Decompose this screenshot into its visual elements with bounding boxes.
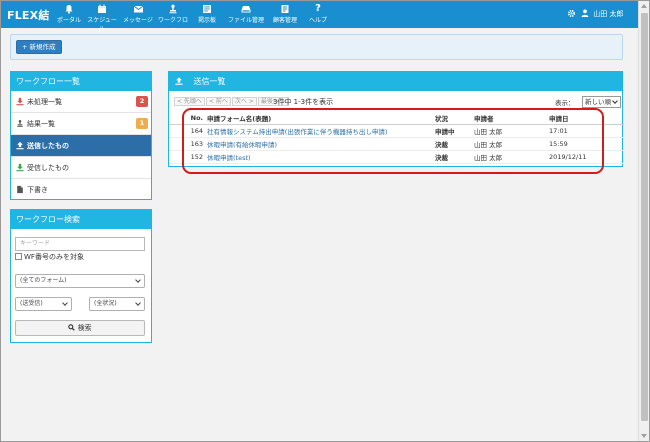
sidebar-item-label: 結果一覧 — [27, 120, 55, 128]
first-page-button[interactable]: < 先頭へ — [174, 97, 205, 106]
nav-label: ポータル — [57, 17, 82, 24]
scroll-thumb[interactable] — [641, 13, 648, 421]
search-icon — [68, 324, 76, 331]
search-button-label: 検索 — [77, 324, 92, 332]
search-button[interactable]: 検索 — [15, 320, 145, 336]
wf-number-only-checkbox[interactable] — [15, 253, 22, 260]
nav-label: ヘルプ — [308, 17, 327, 24]
top-nav: FLEX結 ポータル スケジュール メッセージ ワークフロー 掲示板 ファイル管… — [1, 1, 638, 33]
status-select[interactable]: (全状況) — [89, 297, 145, 311]
app-window: FLEX結 ポータル スケジュール メッセージ ワークフロー 掲示板 ファイル管… — [0, 0, 650, 442]
result-count: 3件中 1-3件を表示 — [273, 98, 334, 106]
nav-label: スケジュール — [87, 17, 117, 33]
toolbar: + 新規作成 — [10, 34, 623, 60]
select-value: (全てのフォーム) — [20, 277, 67, 284]
user-icon — [581, 9, 589, 17]
panel-title: ワークフロー一覧 — [11, 72, 151, 91]
sidebar-item-unprocessed[interactable]: 未処理一覧 2 — [11, 91, 151, 113]
nav-file[interactable]: ファイル管理 — [227, 4, 265, 28]
file-icon — [17, 185, 23, 194]
board-icon — [203, 5, 211, 13]
select-value: 新しい順 — [585, 98, 611, 106]
panel-header: 送信一覧 — [169, 72, 622, 91]
count-badge: 2 — [136, 96, 148, 107]
nav-customer[interactable]: 顧客管理 — [269, 4, 301, 28]
sidebar-item-draft[interactable]: 下書き — [11, 179, 151, 201]
nav-label: ファイル管理 — [227, 17, 264, 24]
upload-icon — [175, 77, 183, 85]
nav-help[interactable]: ? ヘルプ — [307, 4, 329, 28]
chevron-down-icon — [62, 300, 68, 306]
prev-page-button[interactable]: < 前へ — [205, 97, 231, 106]
bell-icon — [65, 5, 73, 14]
workflow-list-panel: ワークフロー一覧 未処理一覧 2 結果一覧 1 送信したもの 受信したもの 下書… — [10, 71, 152, 200]
app-logo[interactable]: FLEX結 — [7, 7, 50, 23]
user-menu[interactable]: 山田 太郎 — [581, 9, 623, 19]
question-icon: ? — [315, 3, 321, 14]
panel-title: ワークフロー検索 — [11, 210, 151, 229]
select-value: (全状況) — [94, 300, 117, 307]
nav-label: ワークフロー — [157, 17, 188, 33]
sidebar-item-label: 送信したもの — [27, 142, 69, 150]
keyword-input[interactable]: キーワード — [15, 237, 145, 251]
chevron-down-icon — [135, 300, 141, 306]
nav-message[interactable]: メッセージ — [123, 4, 153, 28]
nav-label: 顧客管理 — [272, 17, 297, 24]
hdd-icon — [241, 6, 251, 13]
scroll-down-arrow[interactable] — [641, 434, 647, 438]
nav-label: メッセージ — [123, 17, 153, 24]
sidebar-item-sent[interactable]: 送信したもの — [11, 135, 151, 157]
new-button[interactable]: + 新規作成 — [16, 40, 62, 54]
checkbox-label: WF番号のみを対象 — [24, 253, 84, 261]
chevron-down-icon — [135, 277, 141, 283]
send-receive-select[interactable]: (送受信) — [15, 297, 72, 311]
download-icon — [16, 163, 24, 172]
nav-workflow[interactable]: ワークフロー — [157, 4, 189, 33]
upload-icon — [16, 141, 24, 150]
annotation-highlight — [182, 108, 604, 174]
calendar-icon — [98, 4, 106, 13]
customer-icon — [281, 5, 289, 13]
envelope-icon — [133, 5, 143, 13]
select-value: (送受信) — [20, 300, 43, 307]
panel-title: 送信一覧 — [193, 77, 226, 86]
count-badge: 1 — [136, 118, 148, 129]
scroll-up-arrow[interactable] — [641, 4, 647, 8]
vertical-scrollbar[interactable] — [638, 1, 649, 441]
sidebar-item-results[interactable]: 結果一覧 1 — [11, 113, 151, 135]
gear-icon — [567, 9, 576, 18]
form-select[interactable]: (全てのフォーム) — [15, 274, 145, 288]
chevron-down-icon — [612, 98, 618, 104]
sidebar-item-label: 下書き — [27, 186, 48, 194]
nav-label: 掲示板 — [197, 17, 216, 24]
settings-menu[interactable] — [567, 9, 576, 20]
workflow-search-panel: ワークフロー検索 キーワード WF番号のみを対象 (全てのフォーム) (送受信)… — [10, 209, 152, 343]
sidebar-item-label: 未処理一覧 — [27, 98, 62, 106]
stamp-icon — [169, 4, 177, 14]
sidebar-item-received[interactable]: 受信したもの — [11, 157, 151, 179]
download-icon — [16, 97, 24, 106]
nav-schedule[interactable]: スケジュール — [86, 4, 118, 33]
sort-order-select[interactable]: 新しい順 — [582, 96, 621, 108]
display-label: 表示： — [555, 99, 575, 107]
nav-board[interactable]: 掲示板 — [195, 4, 219, 28]
next-page-button[interactable]: 次へ > — [231, 97, 257, 106]
nav-portal[interactable]: ポータル — [57, 4, 81, 28]
stamp-icon — [17, 119, 23, 127]
user-name: 山田 太郎 — [593, 10, 624, 18]
sidebar-item-label: 受信したもの — [27, 164, 69, 172]
wf-number-only-option[interactable]: WF番号のみを対象 — [15, 253, 84, 262]
